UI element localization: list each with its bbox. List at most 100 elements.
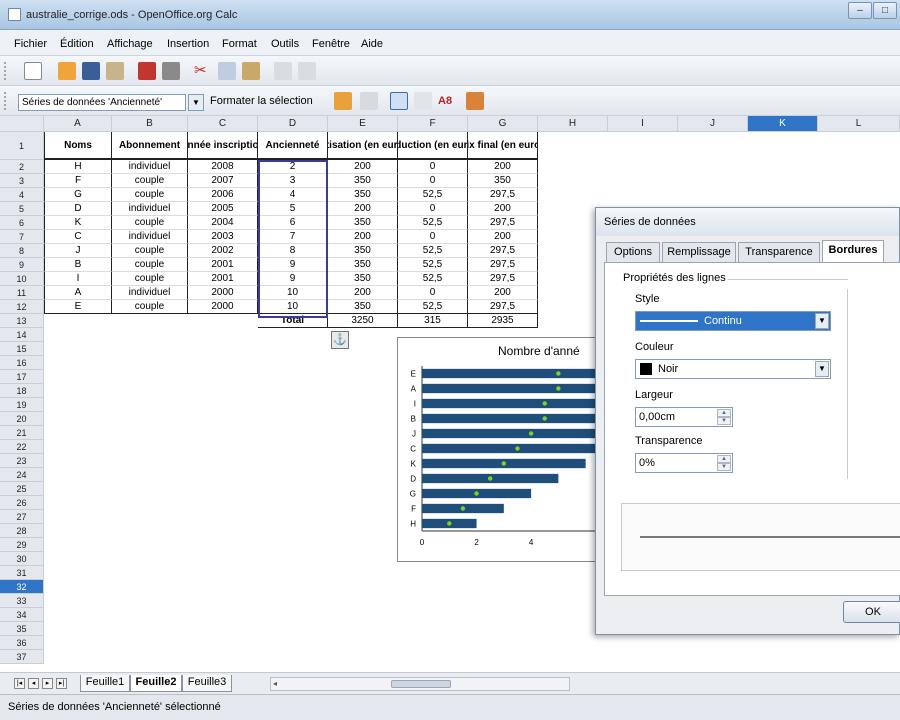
- table-cell[interactable]: 9: [258, 272, 328, 286]
- row-header[interactable]: 16: [0, 356, 44, 370]
- table-cell[interactable]: couple: [112, 244, 188, 258]
- table-cell[interactable]: 52,5: [398, 244, 468, 258]
- tab-remplissage[interactable]: Remplissage: [662, 242, 736, 262]
- format-selection-button[interactable]: Formater la sélection: [210, 95, 313, 107]
- column-header[interactable]: F: [398, 116, 468, 132]
- chart-marker[interactable]: [542, 416, 547, 421]
- row-header[interactable]: 18: [0, 384, 44, 398]
- table-cell[interactable]: 52,5: [398, 272, 468, 286]
- decrement-icon[interactable]: ▼: [717, 463, 731, 471]
- table-header-cell[interactable]: Prix final (en euros): [468, 132, 538, 160]
- table-cell[interactable]: 200: [468, 230, 538, 244]
- horizontal-scrollbar[interactable]: ◂: [270, 677, 570, 691]
- table-cell[interactable]: 0: [398, 174, 468, 188]
- table-cell[interactable]: 297,5: [468, 300, 538, 314]
- row-header[interactable]: 22: [0, 440, 44, 454]
- column-header[interactable]: I: [608, 116, 678, 132]
- table-cell[interactable]: couple: [112, 300, 188, 314]
- table-cell[interactable]: 200: [468, 286, 538, 300]
- chart-marker[interactable]: [501, 461, 507, 466]
- table-cell[interactable]: 52,5: [398, 258, 468, 272]
- first-sheet-icon[interactable]: |◂: [14, 678, 25, 689]
- table-header-cell[interactable]: Abonnement: [112, 132, 188, 160]
- table-cell[interactable]: 200: [468, 202, 538, 216]
- chart-bar[interactable]: [422, 398, 601, 409]
- row-header[interactable]: 3: [0, 174, 44, 188]
- tab-options[interactable]: Options: [606, 242, 660, 262]
- row-header[interactable]: 17: [0, 370, 44, 384]
- row-header[interactable]: 4: [0, 188, 44, 202]
- chart-marker[interactable]: [556, 386, 561, 391]
- table-cell[interactable]: 2001: [188, 258, 258, 272]
- column-header[interactable]: A: [44, 116, 112, 132]
- chart-bar[interactable]: [422, 413, 601, 424]
- table-cell[interactable]: couple: [112, 272, 188, 286]
- ok-button[interactable]: OK: [843, 601, 900, 623]
- save-icon[interactable]: [82, 62, 100, 80]
- chart-marker[interactable]: [515, 446, 520, 451]
- table-cell[interactable]: A: [44, 286, 112, 300]
- table-cell[interactable]: C: [44, 230, 112, 244]
- table-cell[interactable]: 2000: [188, 300, 258, 314]
- total-prix[interactable]: 2935: [468, 314, 538, 328]
- redo-icon[interactable]: [298, 62, 316, 80]
- table-cell[interactable]: couple: [112, 216, 188, 230]
- print-icon[interactable]: [162, 62, 180, 80]
- row-header[interactable]: 14: [0, 328, 44, 342]
- row-header[interactable]: 5: [0, 202, 44, 216]
- table-cell[interactable]: 2007: [188, 174, 258, 188]
- increment-icon[interactable]: ▲: [717, 455, 731, 463]
- chart-marker[interactable]: [447, 521, 452, 526]
- scrollbar-thumb[interactable]: [391, 680, 451, 688]
- table-cell[interactable]: individuel: [112, 202, 188, 216]
- row-header[interactable]: 36: [0, 636, 44, 650]
- table-cell[interactable]: 2000: [188, 286, 258, 300]
- table-cell[interactable]: couple: [112, 258, 188, 272]
- row-header[interactable]: 6: [0, 216, 44, 230]
- tab-transparence[interactable]: Transparence: [738, 242, 820, 262]
- table-cell[interactable]: individuel: [112, 286, 188, 300]
- menu-affichage[interactable]: Affichage: [107, 38, 153, 50]
- chart-marker[interactable]: [460, 506, 466, 511]
- table-cell[interactable]: 200: [468, 160, 538, 174]
- open-folder-icon[interactable]: [58, 62, 76, 80]
- horizontal-grid-icon[interactable]: [390, 92, 408, 110]
- table-cell[interactable]: 7: [258, 230, 328, 244]
- row-header[interactable]: 35: [0, 622, 44, 636]
- table-cell[interactable]: 200: [328, 202, 398, 216]
- row-header[interactable]: 9: [0, 258, 44, 272]
- row-header[interactable]: 33: [0, 594, 44, 608]
- column-header-active[interactable]: K: [748, 116, 818, 132]
- table-cell[interactable]: individuel: [112, 160, 188, 174]
- table-cell[interactable]: 297,5: [468, 188, 538, 202]
- table-cell[interactable]: D: [44, 202, 112, 216]
- table-cell[interactable]: 2004: [188, 216, 258, 230]
- row-header[interactable]: 20: [0, 412, 44, 426]
- table-cell[interactable]: 52,5: [398, 300, 468, 314]
- color-select[interactable]: Noir ▼: [635, 359, 831, 379]
- chart-marker[interactable]: [487, 476, 493, 481]
- column-header[interactable]: B: [112, 116, 188, 132]
- table-cell[interactable]: 200: [328, 160, 398, 174]
- table-cell[interactable]: 6: [258, 216, 328, 230]
- minimize-button[interactable]: –: [848, 2, 872, 19]
- chart-marker[interactable]: [528, 431, 534, 436]
- table-cell[interactable]: 52,5: [398, 188, 468, 202]
- paste-icon[interactable]: [242, 62, 260, 80]
- row-header[interactable]: 10: [0, 272, 44, 286]
- row-header[interactable]: 7: [0, 230, 44, 244]
- table-cell[interactable]: 2002: [188, 244, 258, 258]
- table-cell[interactable]: 0: [398, 202, 468, 216]
- table-cell[interactable]: 350: [328, 258, 398, 272]
- row-header[interactable]: 2: [0, 160, 44, 174]
- table-cell[interactable]: 297,5: [468, 272, 538, 286]
- chart-bar[interactable]: [422, 428, 601, 439]
- next-sheet-icon[interactable]: ▸: [42, 678, 53, 689]
- column-header[interactable]: G: [468, 116, 538, 132]
- column-header[interactable]: L: [818, 116, 900, 132]
- table-cell[interactable]: 2003: [188, 230, 258, 244]
- menu-edition[interactable]: Édition: [60, 38, 94, 50]
- style-select[interactable]: Continu ▼: [635, 311, 831, 331]
- row-header[interactable]: 27: [0, 510, 44, 524]
- new-document-icon[interactable]: [24, 62, 42, 80]
